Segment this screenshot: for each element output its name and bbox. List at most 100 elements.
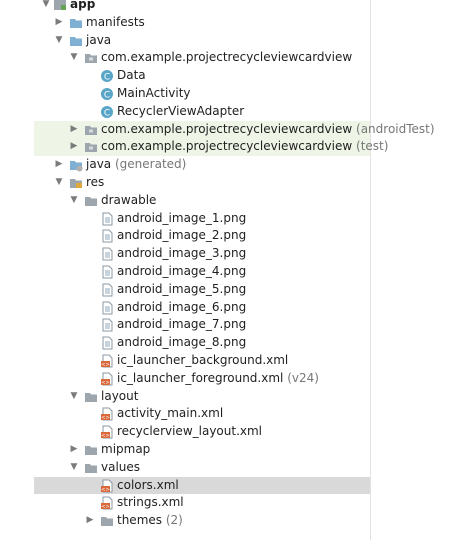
tree-node-xml-file[interactable]: <> strings.xml [34,494,370,512]
tree-node-image-file[interactable]: android_image_2.png [34,227,370,245]
tree-node-themes[interactable]: ▶ themes (2) [34,512,370,530]
tree-node-xml-file-selected[interactable]: <> colors.xml [34,476,370,495]
package-icon [85,445,97,455]
tree-node-label: java (generated) [86,157,187,172]
chevron-right-icon[interactable]: ▶ [68,138,80,156]
generated-folder-icon [70,161,83,172]
tree-node-label: java [86,32,112,47]
class-icon: C [101,70,113,83]
class-icon: C [101,105,113,118]
svg-text:<>: <> [101,362,109,368]
chevron-down-icon[interactable]: ▼ [68,388,80,406]
tree-node-label: MainActivity [117,85,191,100]
project-tree: ▼ app ▶ manifests ▼ java ▼ com.example.p… [34,0,435,530]
package-icon [101,517,113,527]
tree-node-java[interactable]: ▼ java [34,32,370,50]
tree-node-class[interactable]: C MainActivity [34,85,370,103]
tree-node-label: strings.xml [117,495,184,510]
tree-node-drawable[interactable]: ▼ drawable [34,192,370,210]
tree-node-label: layout [101,388,139,403]
tree-node-xml-file[interactable]: <> ic_launcher_foreground.xml (v24) [34,370,370,388]
svg-text:<>: <> [101,487,109,493]
chevron-right-icon[interactable]: ▶ [53,14,65,32]
chevron-right-icon[interactable]: ▶ [68,121,80,139]
svg-text:<>: <> [101,415,109,421]
package-icon [85,125,97,135]
svg-text:<>: <> [101,433,109,439]
package-icon [85,463,97,473]
image-file-icon [102,247,113,261]
tree-node-label: android_image_8.png [117,335,247,350]
tree-node-label: RecyclerViewAdapter [117,103,245,118]
tree-node-xml-file[interactable]: <> ic_launcher_background.xml [34,352,370,370]
tree-node-xml-file[interactable]: <> recyclerview_layout.xml [34,423,370,441]
xml-file-icon: <> [101,479,113,493]
tree-node-label: android_image_5.png [117,281,247,296]
tree-node-label: android_image_3.png [117,246,247,261]
tree-node-label: activity_main.xml [117,406,224,421]
tree-node-label: android_image_6.png [117,299,247,314]
image-file-icon [102,336,113,350]
tree-node-xml-file[interactable]: <> activity_main.xml [34,405,370,423]
image-file-icon [102,265,113,279]
image-file-icon [102,212,113,226]
tree-node-label: android_image_2.png [117,228,247,243]
tree-node-image-file[interactable]: android_image_6.png [34,299,370,317]
svg-text:<>: <> [101,380,109,386]
chevron-right-icon[interactable]: ▶ [53,156,65,174]
class-icon: C [101,87,113,100]
image-file-icon [102,229,113,243]
tree-node-package-main[interactable]: ▼ com.example.projectrecycleviewcardview [34,49,370,67]
tree-node-label: colors.xml [117,477,179,492]
tree-node-package-android-test[interactable]: ▶ com.example.projectrecycleviewcardview… [34,120,435,139]
svg-text:<>: <> [101,504,109,510]
svg-text:C: C [104,108,110,118]
tree-node-label: mipmap [101,441,151,456]
tree-node-class[interactable]: C RecyclerViewAdapter [34,103,370,121]
tree-node-label: app [70,0,96,11]
xml-file-icon: <> [101,407,113,421]
chevron-right-icon[interactable]: ▶ [68,441,80,459]
tree-node-label: com.example.projectrecycleviewcardview [101,50,353,65]
tree-node-res[interactable]: ▼ res [34,174,370,192]
tree-node-label: android_image_7.png [117,317,247,332]
tree-node-label: drawable [101,192,157,207]
tree-node-image-file[interactable]: android_image_5.png [34,281,370,299]
tree-node-label: ic_launcher_background.xml [117,352,289,367]
tree-node-image-file[interactable]: android_image_3.png [34,245,370,263]
xml-file-icon: <> [101,354,113,368]
xml-file-icon: <> [101,372,113,386]
chevron-down-icon[interactable]: ▼ [68,49,80,67]
project-tool-window: ▼ app ▶ manifests ▼ java ▼ com.example.p… [34,0,435,540]
tree-node-label: ic_launcher_foreground.xml (v24) [117,370,319,385]
chevron-down-icon[interactable]: ▼ [40,0,52,14]
chevron-right-icon[interactable]: ▶ [84,512,96,530]
tree-node-mipmap[interactable]: ▶ mipmap [34,441,370,459]
tree-node-app[interactable]: ▼ app [34,0,370,14]
image-file-icon [102,318,113,332]
folder-icon [70,18,82,28]
tree-node-java-generated[interactable]: ▶ java (generated) [34,156,370,174]
tree-node-image-file[interactable]: android_image_1.png [34,210,370,228]
tree-node-image-file[interactable]: android_image_8.png [34,334,370,352]
chevron-down-icon[interactable]: ▼ [53,174,65,192]
tree-node-image-file[interactable]: android_image_4.png [34,263,370,281]
tree-node-label: android_image_4.png [117,263,247,278]
tree-node-label: res [86,174,105,189]
tree-node-label: themes (2) [117,513,183,528]
tree-node-layout[interactable]: ▼ layout [34,388,370,406]
package-icon [85,54,97,64]
tree-node-values[interactable]: ▼ values [34,459,370,477]
chevron-down-icon[interactable]: ▼ [53,32,65,50]
tree-node-label: Data [117,68,146,83]
tree-node-image-file[interactable]: android_image_7.png [34,316,370,334]
tree-node-label: android_image_1.png [117,210,247,225]
tree-node-label: com.example.projectrecycleviewcardview (… [101,139,389,154]
tree-node-label: com.example.projectrecycleviewcardview (… [101,121,435,136]
chevron-down-icon[interactable]: ▼ [68,459,80,477]
tree-node-class[interactable]: C Data [34,67,370,85]
tree-node-manifests[interactable]: ▶ manifests [34,14,370,32]
xml-file-icon: <> [101,425,113,439]
chevron-down-icon[interactable]: ▼ [68,192,80,210]
tree-node-package-test[interactable]: ▶ com.example.projectrecycleviewcardview… [34,138,388,157]
